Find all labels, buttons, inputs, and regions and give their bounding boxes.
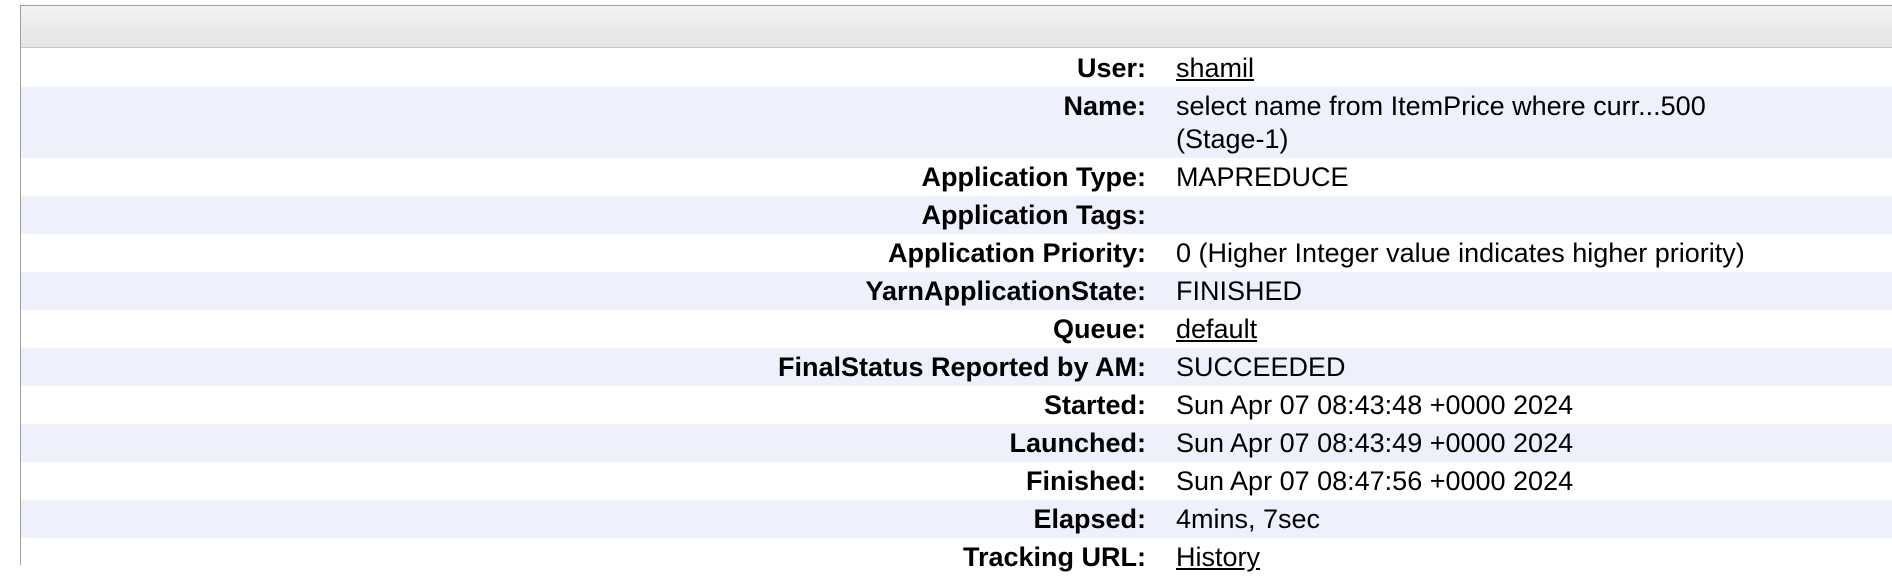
queue-value-cell: default — [1176, 310, 1892, 348]
application-tags-label: Application Tags: — [921, 200, 1146, 230]
user-value-cell: shamil — [1176, 49, 1892, 87]
started-value: Sun Apr 07 08:43:48 +0000 2024 — [1176, 390, 1574, 420]
finished-value: Sun Apr 07 08:47:56 +0000 2024 — [1176, 466, 1574, 496]
final-status-value: SUCCEEDED — [1176, 352, 1346, 382]
yarn-application-state-label: YarnApplicationState: — [865, 276, 1146, 306]
panel-header — [21, 6, 1892, 48]
info-row-started: Started: Sun Apr 07 08:43:48 +0000 2024 — [21, 386, 1892, 424]
info-row-queue: Queue: default — [21, 310, 1892, 348]
queue-link[interactable]: default — [1176, 314, 1257, 344]
info-row-application-type: Application Type: MAPREDUCE — [21, 158, 1892, 196]
elapsed-label: Elapsed: — [1033, 504, 1146, 534]
info-row-final-status: FinalStatus Reported by AM: SUCCEEDED — [21, 348, 1892, 386]
started-label: Started: — [1043, 390, 1146, 420]
application-type-value: MAPREDUCE — [1176, 162, 1349, 192]
name-value: select name from ItemPrice where curr...… — [1176, 91, 1706, 154]
application-priority-value: 0 (Higher Integer value indicates higher… — [1176, 238, 1745, 268]
info-row-launched: Launched: Sun Apr 07 08:43:49 +0000 2024 — [21, 424, 1892, 462]
info-row-tracking-url: Tracking URL: History — [21, 538, 1892, 576]
info-row-user: User: shamil — [21, 49, 1892, 87]
application-info-table: User: shamil Name: select name from Item… — [21, 49, 1892, 576]
yarn-application-state-value: FINISHED — [1176, 276, 1303, 306]
info-row-elapsed: Elapsed: 4mins, 7sec — [21, 500, 1892, 538]
final-status-label: FinalStatus Reported by AM: — [777, 352, 1146, 382]
launched-value: Sun Apr 07 08:43:49 +0000 2024 — [1176, 428, 1574, 458]
user-link[interactable]: shamil — [1176, 53, 1254, 83]
tracking-url-value-cell: History — [1176, 538, 1892, 576]
launched-label: Launched: — [1009, 428, 1146, 458]
info-row-finished: Finished: Sun Apr 07 08:47:56 +0000 2024 — [21, 462, 1892, 500]
tracking-url-link[interactable]: History — [1176, 542, 1260, 572]
application-overview-panel: User: shamil Name: select name from Item… — [20, 5, 1892, 576]
info-row-application-priority: Application Priority: 0 (Higher Integer … — [21, 234, 1892, 272]
info-row-yarn-application-state: YarnApplicationState: FINISHED — [21, 272, 1892, 310]
finished-label: Finished: — [1026, 466, 1146, 496]
application-type-label: Application Type: — [921, 162, 1146, 192]
queue-label: Queue: — [1052, 314, 1146, 344]
application-priority-label: Application Priority: — [887, 238, 1146, 268]
name-value-cell: select name from ItemPrice where curr...… — [1176, 87, 1892, 158]
tracking-url-label: Tracking URL: — [962, 542, 1146, 572]
application-tags-value — [1176, 196, 1892, 234]
info-row-name: Name: select name from ItemPrice where c… — [21, 87, 1892, 158]
elapsed-value: 4mins, 7sec — [1176, 504, 1321, 534]
name-label: Name: — [1063, 91, 1146, 121]
info-row-application-tags: Application Tags: — [21, 196, 1892, 234]
user-label: User: — [1076, 53, 1146, 83]
